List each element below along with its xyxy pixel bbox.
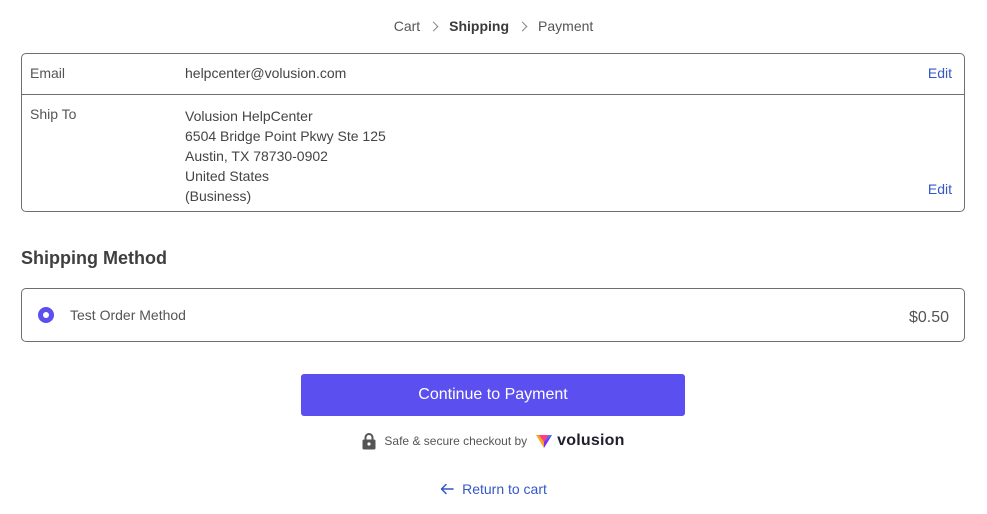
- return-to-cart-link[interactable]: Return to cart: [0, 481, 987, 497]
- secure-checkout-text: Safe & secure checkout by: [384, 434, 528, 448]
- chevron-right-icon: [428, 21, 439, 31]
- address-line: (Business): [185, 188, 252, 204]
- shipping-option-name: Test Order Method: [70, 307, 186, 323]
- breadcrumb-payment: Payment: [538, 18, 594, 34]
- edit-ship-to-link[interactable]: Edit: [928, 181, 952, 197]
- chevron-right-icon: [517, 21, 528, 31]
- ship-to-row: Ship To Volusion HelpCenter 6504 Bridge …: [22, 95, 964, 211]
- email-value: helpcenter@volusion.com: [185, 65, 347, 81]
- shipping-method-title: Shipping Method: [21, 248, 167, 268]
- breadcrumb-shipping: Shipping: [449, 18, 510, 34]
- address-line: Austin, TX 78730-0902: [185, 148, 328, 164]
- shipping-option-price: $0.50: [908, 309, 949, 326]
- review-info-box: Email helpcenter@volusion.com Edit Ship …: [21, 53, 965, 212]
- secure-checkout-note: Safe & secure checkout by volusion: [0, 432, 987, 450]
- lock-icon: [362, 433, 376, 450]
- return-to-cart-label: Return to cart: [462, 481, 547, 497]
- ship-to-label: Ship To: [30, 106, 77, 122]
- breadcrumb: Cart Shipping Payment: [0, 18, 987, 34]
- checkout-page: Cart Shipping Payment Email helpcenter@v…: [0, 0, 987, 514]
- address-line: United States: [185, 168, 270, 184]
- volusion-logo-icon: [536, 435, 553, 448]
- shipping-option[interactable]: Test Order Method $0.50: [21, 288, 965, 342]
- address-line: Volusion HelpCenter: [185, 108, 313, 124]
- email-row: Email helpcenter@volusion.com Edit: [22, 54, 964, 95]
- volusion-brand: volusion: [557, 432, 625, 449]
- address-line: 6504 Bridge Point Pkwy Ste 125: [185, 128, 386, 144]
- ship-to-address: Volusion HelpCenter 6504 Bridge Point Pk…: [185, 106, 386, 206]
- edit-email-link[interactable]: Edit: [928, 65, 952, 81]
- continue-to-payment-button[interactable]: Continue to Payment: [301, 374, 685, 416]
- arrow-left-icon: [440, 483, 454, 495]
- shipping-option-radio[interactable]: [38, 307, 54, 323]
- email-label: Email: [30, 65, 66, 81]
- breadcrumb-cart[interactable]: Cart: [392, 18, 422, 34]
